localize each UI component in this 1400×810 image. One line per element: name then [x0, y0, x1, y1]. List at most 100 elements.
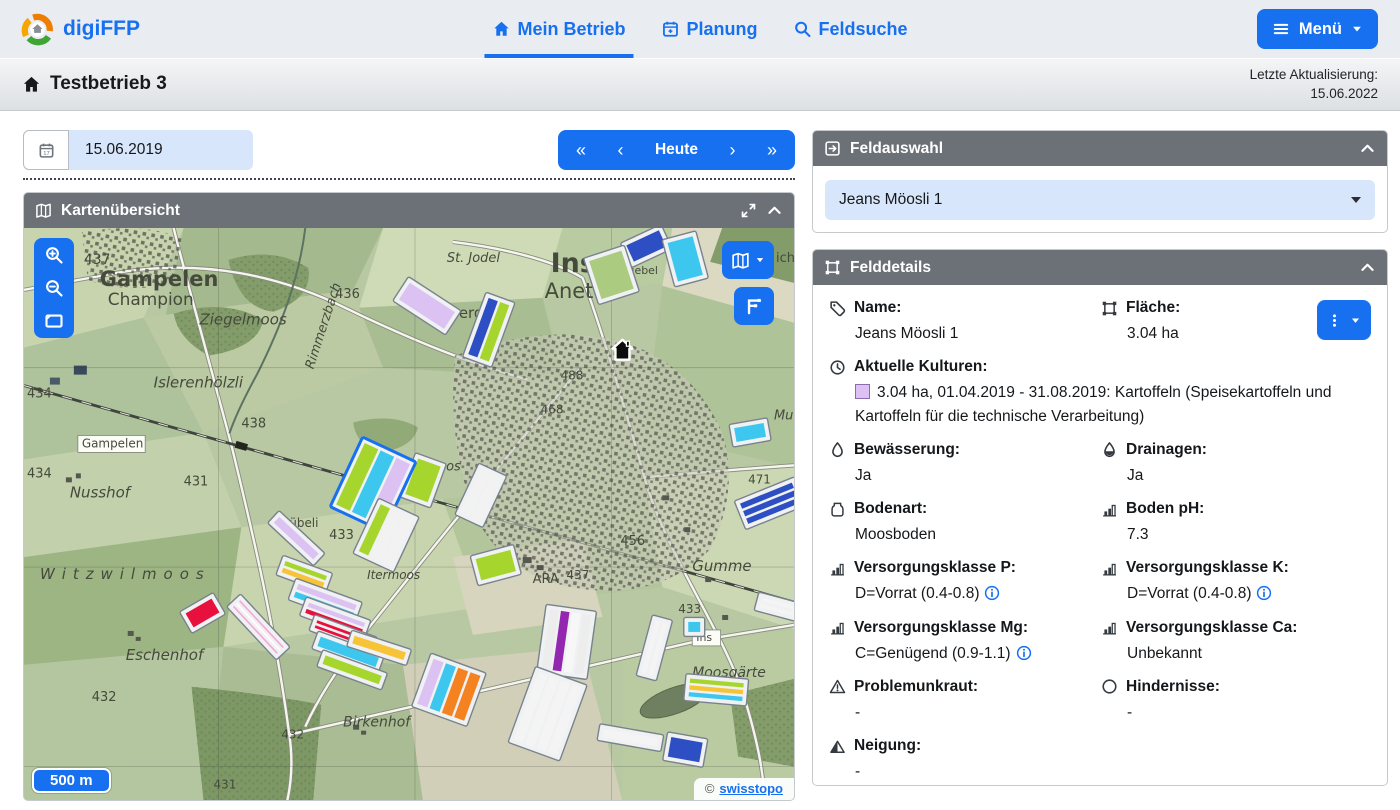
brand[interactable]: digiFFP — [20, 0, 140, 58]
detail-label: Fläche: — [1126, 299, 1180, 317]
detail-value: - — [855, 763, 860, 780]
caret-down-icon — [1351, 23, 1363, 35]
polygon-icon — [824, 259, 841, 276]
date-navigation: « ‹ Heute › » — [558, 130, 795, 170]
field-select-collapse-button[interactable] — [1359, 140, 1376, 157]
map-field-polygon[interactable] — [663, 732, 708, 768]
detail-value: Moosboden — [855, 526, 936, 543]
zoom-in-button[interactable] — [44, 245, 64, 265]
map-label: 468 — [541, 403, 564, 417]
map-label: 437 — [567, 568, 590, 582]
last-update-date: 15.06.2022 — [1250, 85, 1378, 104]
tab-planung[interactable]: Planung — [662, 0, 758, 58]
jar-icon — [829, 501, 846, 518]
layers-icon — [731, 251, 750, 270]
map-label: Witzwilmoos — [40, 565, 211, 583]
subheader: Testbetrieb 3 Letzte Aktualisierung: 15.… — [0, 58, 1400, 111]
map-label: Gampelen — [82, 436, 143, 450]
info-icon[interactable] — [1016, 645, 1032, 661]
back-button[interactable]: ‹ — [617, 141, 623, 159]
field-details-body: Name:Jeans Möosli 1Fläche:3.04 haAktuell… — [813, 285, 1387, 810]
zoom-out-button[interactable] — [44, 278, 64, 298]
field-detail-bew-sserung: Bewässerung:Ja — [829, 441, 1095, 487]
map-label: 471 — [748, 472, 771, 486]
farm-name: Testbetrieb 3 — [50, 73, 167, 95]
detail-value: 7.3 — [1127, 526, 1149, 543]
field-details-panel: Felddetails Name:Jeans Möosli 1Fläche:3.… — [812, 249, 1388, 786]
detail-label: Drainagen: — [1126, 441, 1207, 459]
detail-label: Problemunkraut: — [854, 678, 978, 696]
map-label: Gumme — [692, 557, 751, 575]
map-label: ARA — [533, 572, 559, 587]
detail-value: Unbekannt — [1127, 645, 1202, 662]
field-select-title: Feldauswahl — [850, 140, 943, 158]
info-icon[interactable] — [984, 585, 1000, 601]
map-body: 437GampelenChampionZiegelmoos436Rimmerzb… — [24, 228, 794, 800]
menu-label: Menü — [1299, 20, 1342, 39]
detail-label: Bewässerung: — [854, 441, 960, 459]
field-actions-button[interactable] — [1317, 300, 1371, 340]
map-label: 434 — [27, 387, 52, 402]
home-icon — [492, 20, 510, 38]
tab-mein-betrieb[interactable]: Mein Betrieb — [492, 0, 625, 58]
fullscreen-button[interactable] — [740, 202, 757, 219]
field-detail-versorgungsklasse-ca: Versorgungsklasse Ca:Unbekannt — [1101, 619, 1371, 665]
menu-button[interactable]: Menü — [1257, 9, 1378, 49]
layers-button[interactable] — [722, 241, 774, 279]
detail-value: 3.04 ha, 01.04.2019 - 31.08.2019: Kartof… — [855, 384, 1331, 424]
map-canvas[interactable]: 437GampelenChampionZiegelmoos436Rimmerzb… — [24, 228, 794, 800]
detail-label: Boden pH: — [1126, 500, 1204, 518]
date-input[interactable]: 15.06.2019 — [69, 130, 253, 170]
chart-icon — [829, 560, 846, 577]
detail-value: 3.04 ha — [1127, 325, 1179, 342]
detail-label: Name: — [854, 299, 901, 317]
field-dropdown[interactable]: Jeans Möosli 1 — [825, 180, 1375, 220]
digiffp-logo-icon — [20, 12, 55, 47]
detail-label: Versorgungsklasse P: — [854, 559, 1016, 577]
info-icon[interactable] — [1256, 585, 1272, 601]
zoom-extent-button[interactable] — [44, 311, 64, 331]
detail-label: Versorgungsklasse Mg: — [854, 619, 1028, 637]
map-field-polygon[interactable] — [537, 604, 597, 679]
map-panel-header: Kartenübersicht — [24, 193, 794, 228]
map-collapse-button[interactable] — [766, 202, 783, 219]
field-detail-boden-ph: Boden pH: 7.3 — [1101, 500, 1371, 546]
skip-forward-button[interactable]: » — [767, 141, 777, 159]
map-label: Champion — [108, 289, 194, 309]
field-detail-aktuelle-kulturen: Aktuelle Kulturen:3.04 ha, 01.04.2019 - … — [829, 358, 1371, 428]
field-details-title: Felddetails — [850, 259, 931, 277]
field-select-header: Feldauswahl — [813, 131, 1387, 166]
swisstopo-link[interactable]: swisstopo — [719, 781, 783, 796]
dotted-separator — [23, 178, 795, 180]
map-label: 431 — [184, 474, 209, 489]
detail-value: C=Genügend (0.9-1.1) — [855, 645, 1011, 662]
top-navbar: digiFFP Mein Betrieb Planung Feldsuche Men… — [0, 0, 1400, 58]
search-icon — [794, 20, 812, 38]
chart-icon — [1101, 560, 1118, 577]
map-label: Islerenhölzli — [154, 374, 244, 392]
field-detail-versorgungsklasse-k: Versorgungsklasse K:D=Vorrat (0.4-0.8) — [1101, 559, 1371, 605]
last-update: Letzte Aktualisierung: 15.06.2022 — [1250, 66, 1378, 104]
calendar-button[interactable]: 17 — [23, 130, 69, 170]
box-arrow-icon — [824, 140, 841, 157]
tab-feldsuche[interactable]: Feldsuche — [794, 0, 908, 58]
detail-label: Versorgungsklasse K: — [1126, 559, 1289, 577]
map-label: 437 — [84, 252, 111, 268]
map-field-polygon[interactable] — [684, 674, 749, 706]
skip-back-button[interactable]: « — [576, 141, 586, 159]
field-details-collapse-button[interactable] — [1359, 259, 1376, 276]
detail-label: Bodenart: — [854, 500, 927, 518]
home-icon — [22, 75, 41, 94]
map-label: Birkenhof — [343, 715, 412, 731]
dropdown-caret-icon — [1351, 197, 1361, 203]
map-label: Ziegelmoos — [199, 311, 287, 329]
map-field-polygon[interactable] — [684, 617, 705, 636]
dropfill-icon — [1101, 441, 1118, 458]
brand-name: digiFFP — [63, 17, 140, 41]
caret-down-icon — [1350, 315, 1361, 326]
map-label: 438 — [241, 416, 266, 431]
map-icon — [35, 202, 52, 219]
today-button[interactable]: Heute — [655, 141, 698, 159]
forward-button[interactable]: › — [730, 141, 736, 159]
measure-button[interactable] — [734, 287, 774, 325]
